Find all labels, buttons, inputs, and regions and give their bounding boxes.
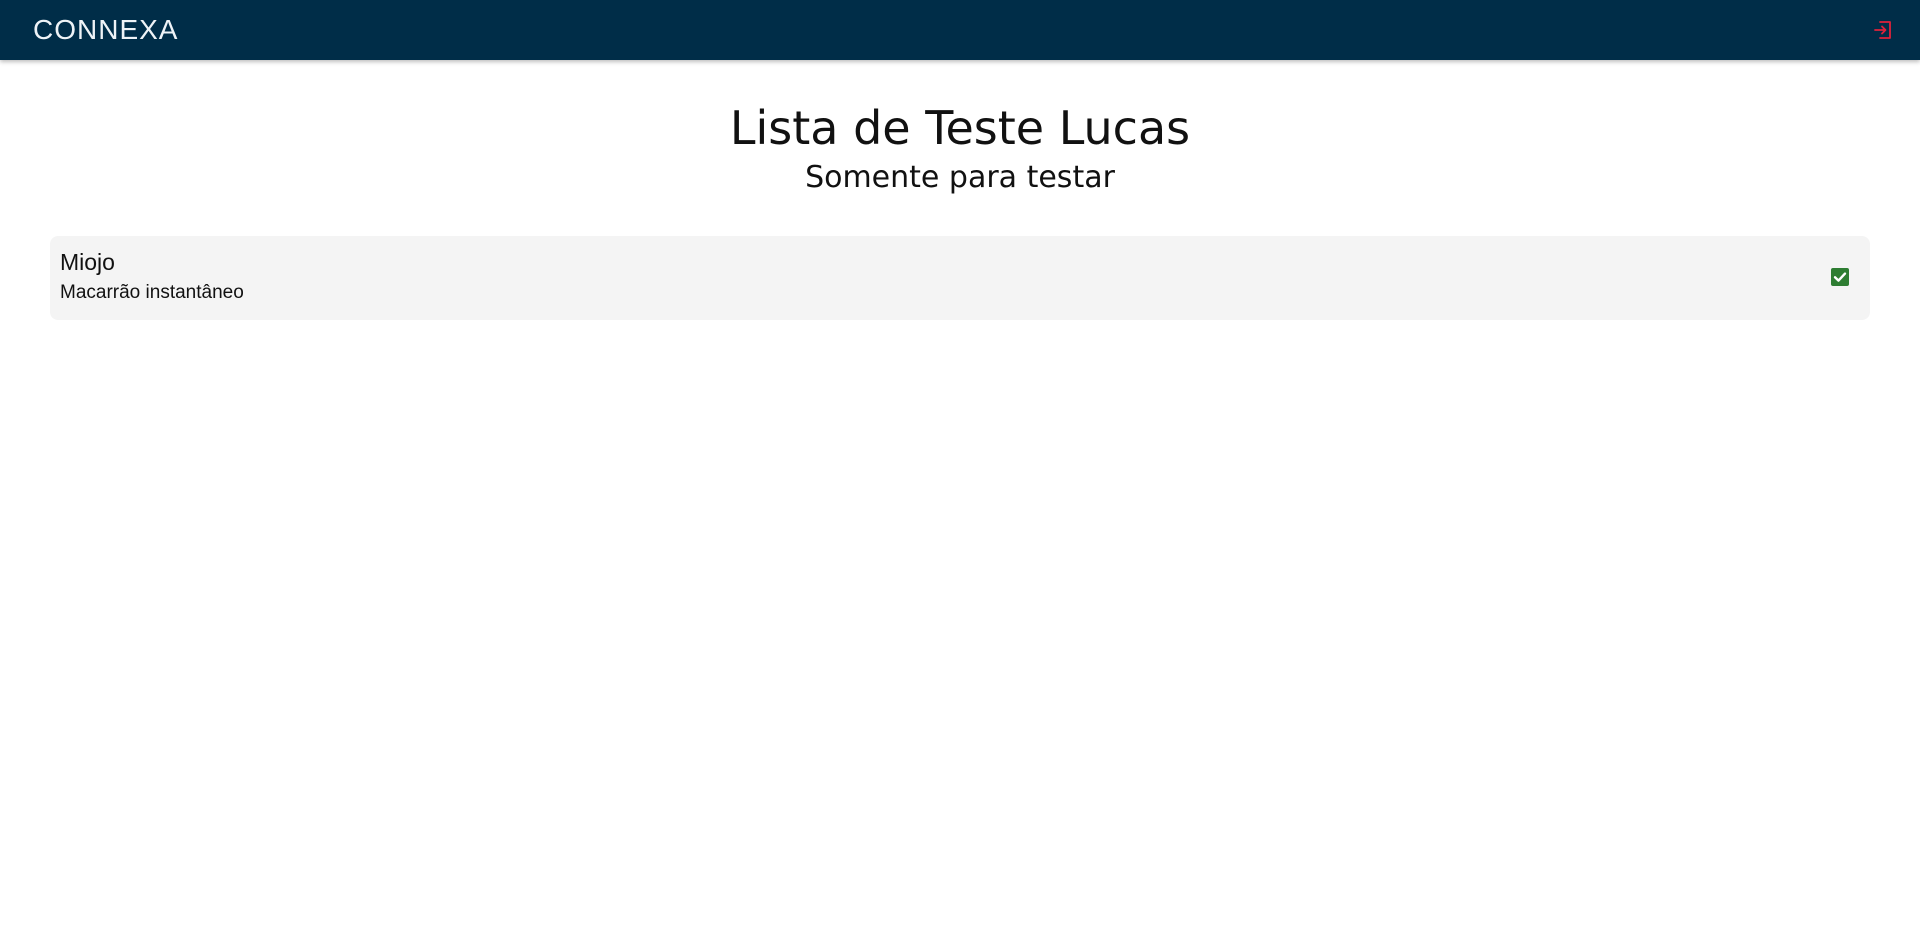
item-name: Miojo bbox=[60, 249, 115, 275]
connexa-logo[interactable]: CONNEXA bbox=[33, 13, 178, 47]
list-item[interactable]: Miojo Macarrão instantâneo bbox=[50, 236, 1870, 320]
item-list: Miojo Macarrão instantâneo bbox=[50, 236, 1870, 320]
logout-button[interactable] bbox=[1871, 18, 1895, 42]
item-checkbox[interactable] bbox=[1831, 268, 1849, 286]
page-title: Lista de Teste Lucas bbox=[729, 101, 1191, 155]
item-description: Macarrão instantâneo bbox=[60, 282, 244, 303]
check-icon bbox=[1833, 272, 1847, 282]
logout-icon bbox=[1874, 21, 1891, 39]
top-navbar: CONNEXA bbox=[0, 0, 1920, 60]
page-subtitle: Somente para testar bbox=[805, 160, 1115, 195]
list-header: Lista de Teste Lucas Somente para testar bbox=[0, 100, 1920, 198]
